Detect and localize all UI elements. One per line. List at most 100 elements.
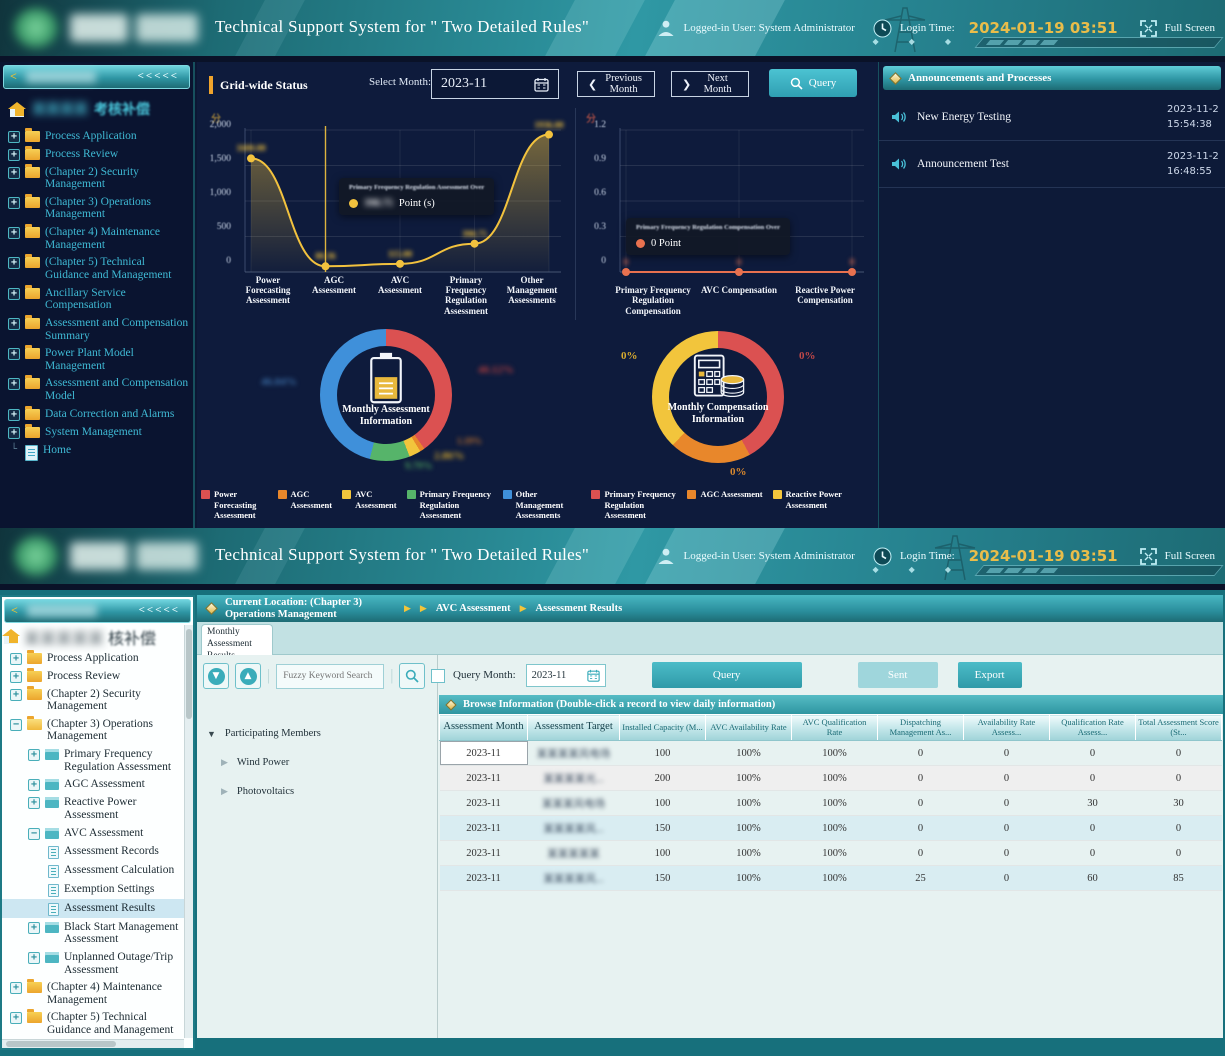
expand-toggle-icon[interactable] bbox=[8, 288, 20, 300]
tree-item[interactable]: Ancillary Service Compensation bbox=[0, 284, 193, 314]
breadcrumb-item[interactable]: Assessment Results bbox=[536, 603, 623, 614]
announcement-item[interactable]: Announcement Test 2023-11-216:48:55 bbox=[879, 141, 1225, 188]
sent-button[interactable]: Sent bbox=[858, 662, 938, 688]
cell-assessment-month[interactable]: 2023-11 bbox=[440, 791, 528, 816]
tree-item[interactable]: (Chapter 5) Technical Guidance and Manag… bbox=[0, 254, 193, 284]
tree-item[interactable]: Assessment and Compensation Summary bbox=[0, 314, 193, 344]
cell-dispatching-assessment[interactable]: 0 bbox=[878, 816, 964, 841]
horizontal-scrollbar[interactable] bbox=[2, 1039, 184, 1048]
cell-availability-assessment[interactable]: 0 bbox=[964, 816, 1050, 841]
next-month-button[interactable]: ❯Next Month bbox=[671, 71, 749, 97]
expand-toggle-icon[interactable] bbox=[8, 257, 20, 269]
collapse-all-button[interactable]: ▲ bbox=[235, 663, 261, 689]
announcement-item[interactable]: New Energy Testing 2023-11-215:54:38 bbox=[879, 94, 1225, 141]
expand-toggle-icon[interactable] bbox=[10, 719, 22, 731]
collapse-arrow-icon[interactable]: < bbox=[10, 69, 17, 84]
compensation-donut-chart[interactable]: Monthly Compensation Information 0%0%0% … bbox=[575, 320, 875, 484]
members-child[interactable]: ▶ Wind Power bbox=[197, 748, 437, 777]
cell-assessment-target[interactable]: 某某某某风... bbox=[528, 816, 620, 841]
donut-legend[interactable]: Primary Frequency Regulation Assessment … bbox=[575, 489, 875, 520]
previous-month-button[interactable]: ❮Previous Month bbox=[577, 71, 655, 97]
legend-item[interactable]: Primary Frequency Regulation Assessment bbox=[591, 489, 677, 520]
column-header[interactable]: Assessment Month bbox=[440, 715, 528, 741]
assessment-donut-chart[interactable]: Monthly Assessment Information 40.12%1.1… bbox=[201, 320, 573, 484]
assessment-line-chart[interactable]: 分 2,0001,5001,0005000 Primary Frequency … bbox=[201, 108, 573, 320]
query-button[interactable]: Query bbox=[769, 69, 857, 97]
cell-qualification-assessment[interactable]: 0 bbox=[1050, 841, 1136, 866]
table-row[interactable]: 2023-11 某某某某光... 200 100% 100% 0 0 0 0 bbox=[440, 766, 1222, 791]
cell-assessment-month[interactable]: 2023-11 bbox=[440, 816, 528, 841]
column-header[interactable]: Availability Rate Assess... bbox=[964, 715, 1050, 741]
expand-toggle-icon[interactable] bbox=[10, 653, 22, 665]
tree-item[interactable]: (Chapter 4) Maintenance Management bbox=[0, 224, 193, 254]
tree-item[interactable]: AGC Assessment bbox=[2, 776, 193, 794]
expand-toggle-icon[interactable] bbox=[8, 197, 20, 209]
cell-availability-assessment[interactable]: 0 bbox=[964, 791, 1050, 816]
expand-toggle-icon[interactable] bbox=[10, 1012, 22, 1024]
tree-item[interactable]: (Chapter 4) Maintenance Management bbox=[2, 979, 193, 1009]
cell-qualification-assessment[interactable]: 0 bbox=[1050, 816, 1136, 841]
cell-total-score[interactable]: 30 bbox=[1136, 791, 1222, 816]
calendar-icon[interactable] bbox=[534, 77, 549, 92]
expand-toggle-icon[interactable] bbox=[10, 689, 22, 701]
cell-avc-availability-rate[interactable]: 100% bbox=[706, 791, 792, 816]
collapse-arrow-icon[interactable]: < bbox=[11, 603, 18, 618]
tree-item[interactable]: Reactive Power Assessment bbox=[2, 794, 193, 824]
cell-assessment-month[interactable]: 2023-11 bbox=[440, 866, 528, 891]
expand-toggle-icon[interactable] bbox=[8, 149, 20, 161]
cell-total-score[interactable]: 0 bbox=[1136, 741, 1222, 766]
expand-toggle-icon[interactable] bbox=[8, 227, 20, 239]
tree-item[interactable]: Power Plant Model Management bbox=[0, 345, 193, 375]
expand-toggle-icon[interactable] bbox=[8, 167, 20, 179]
cell-availability-assessment[interactable]: 0 bbox=[964, 741, 1050, 766]
tree-item[interactable]: (Chapter 5) Technical Guidance and Manag… bbox=[2, 1009, 193, 1039]
cell-dispatching-assessment[interactable]: 0 bbox=[878, 741, 964, 766]
cell-assessment-target[interactable]: 某某某某风... bbox=[528, 866, 620, 891]
members-root[interactable]: ▼ Participating Members bbox=[197, 719, 437, 748]
tree-item[interactable]: Assessment Results bbox=[2, 899, 193, 918]
column-header[interactable]: AVC Qualification Rate bbox=[792, 715, 878, 741]
cell-avc-qualification-rate[interactable]: 100% bbox=[792, 791, 878, 816]
tree-item[interactable]: Primary Frequency Regulation Assessment bbox=[2, 746, 193, 776]
cell-installed-capacity[interactable]: 100 bbox=[620, 841, 706, 866]
cell-assessment-target[interactable]: 某某某某光... bbox=[528, 766, 620, 791]
tree-item[interactable]: Assessment Records bbox=[2, 842, 193, 861]
fullscreen-icon[interactable] bbox=[1140, 20, 1157, 37]
cell-availability-assessment[interactable]: 0 bbox=[964, 766, 1050, 791]
column-header[interactable]: Assessment Target bbox=[528, 715, 620, 741]
tree-item[interactable]: (Chapter 2) Security Management bbox=[0, 163, 193, 193]
tree-item[interactable]: Process Review bbox=[0, 145, 193, 163]
legend-item[interactable]: AVC Assessment bbox=[342, 489, 397, 520]
tab-monthly-assessment-results[interactable]: Monthly Assessment Results bbox=[201, 624, 273, 655]
cell-installed-capacity[interactable]: 150 bbox=[620, 866, 706, 891]
tree-item[interactable]: Exemption Settings bbox=[2, 880, 193, 899]
sidebar-header[interactable]: < <<<<< bbox=[3, 65, 190, 89]
cell-avc-availability-rate[interactable]: 100% bbox=[706, 741, 792, 766]
legend-item[interactable]: AGC Assessment bbox=[278, 489, 333, 520]
table-row[interactable]: 2023-11 某某某某风电场 100 100% 100% 0 0 0 0 bbox=[440, 741, 1222, 766]
cell-total-score[interactable]: 0 bbox=[1136, 841, 1222, 866]
cell-installed-capacity[interactable]: 200 bbox=[620, 766, 706, 791]
members-child[interactable]: ▶ Photovoltaics bbox=[197, 777, 437, 806]
tree-item[interactable]: Unplanned Outage/Trip Assessment bbox=[2, 948, 193, 978]
cell-qualification-assessment[interactable]: 0 bbox=[1050, 741, 1136, 766]
tree-root[interactable]: 某某某某 考核补偿 bbox=[0, 95, 193, 127]
expand-toggle-icon[interactable] bbox=[28, 779, 40, 791]
expand-toggle-icon[interactable] bbox=[10, 671, 22, 683]
export-button[interactable]: Export bbox=[958, 662, 1022, 688]
expand-toggle-icon[interactable] bbox=[8, 409, 20, 421]
cell-avc-qualification-rate[interactable]: 100% bbox=[792, 866, 878, 891]
tree-root[interactable]: 某某某某某 核补偿 bbox=[2, 625, 193, 649]
plot-area[interactable]: Primary Frequency Regulation Assessment … bbox=[235, 122, 565, 280]
cell-total-score[interactable]: 0 bbox=[1136, 766, 1222, 791]
expand-toggle-icon[interactable] bbox=[8, 445, 20, 457]
search-button[interactable] bbox=[399, 663, 425, 689]
column-header[interactable]: Dispatching Management As... bbox=[878, 715, 964, 741]
expand-toggle-icon[interactable] bbox=[8, 427, 20, 439]
expand-all-button[interactable]: ▼ bbox=[203, 663, 229, 689]
cell-dispatching-assessment[interactable]: 25 bbox=[878, 866, 964, 891]
tree-item[interactable]: (Chapter 3) Operations Management bbox=[2, 715, 193, 745]
legend-item[interactable]: Power Forecasting Assessment bbox=[201, 489, 268, 520]
cell-installed-capacity[interactable]: 100 bbox=[620, 741, 706, 766]
legend-item[interactable]: Primary Frequency Regulation Assessment bbox=[407, 489, 493, 520]
